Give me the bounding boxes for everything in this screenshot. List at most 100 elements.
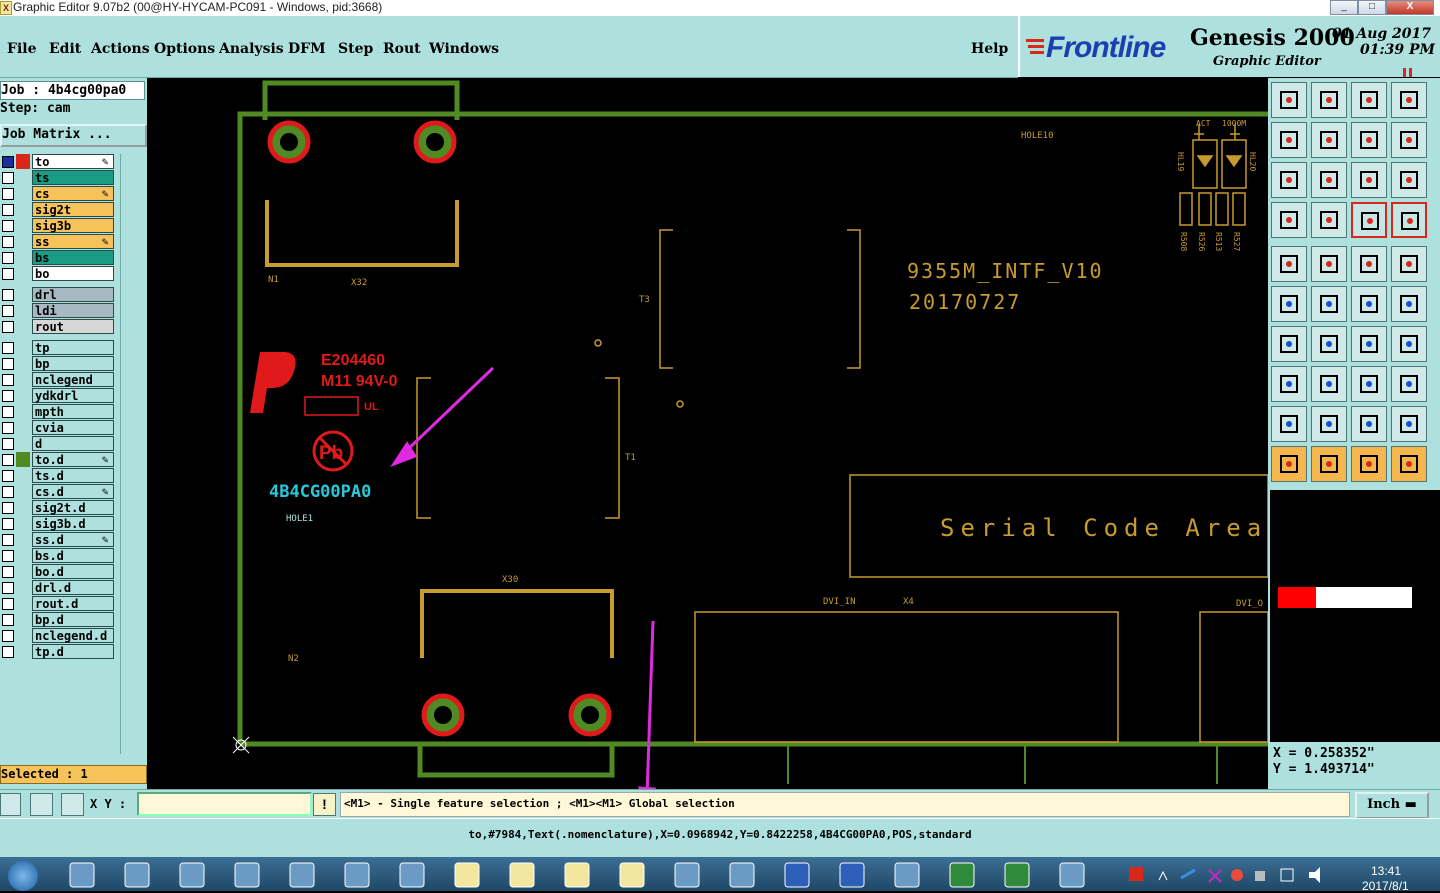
- fit-screen-icon[interactable]: [1271, 162, 1307, 198]
- select-pointer-box-icon[interactable]: [1311, 446, 1347, 482]
- triangle-up-icon[interactable]: [1351, 406, 1387, 442]
- graphic-editor-icon[interactable]: [500, 861, 544, 889]
- excel-icon[interactable]: [995, 861, 1039, 889]
- start-button-icon[interactable]: [8, 861, 38, 891]
- layer-checkbox[interactable]: [2, 252, 14, 264]
- menu-rout[interactable]: Rout: [383, 40, 421, 58]
- layer-checkbox[interactable]: [2, 204, 14, 216]
- printer-icon[interactable]: [280, 861, 324, 889]
- layer-checkbox[interactable]: [2, 236, 14, 248]
- zoom-home-icon[interactable]: [1271, 82, 1307, 118]
- layer-row-rout-d[interactable]: rout.d: [0, 596, 118, 611]
- layer-row-bs[interactable]: bs: [0, 250, 118, 265]
- layer-row-ldi[interactable]: ldi: [0, 303, 118, 318]
- graphic-editor-icon[interactable]: [610, 861, 654, 889]
- net-select-icon[interactable]: [1271, 286, 1307, 322]
- layer-row-ss[interactable]: ss ✎: [0, 234, 118, 249]
- layer-row-to[interactable]: to ✎: [0, 154, 118, 169]
- menu-edit[interactable]: Edit: [49, 40, 81, 58]
- layer-row-drl-d[interactable]: drl.d: [0, 580, 118, 595]
- alert-icon[interactable]: !: [313, 793, 336, 816]
- grid-snap-icon[interactable]: [61, 793, 84, 816]
- pan-left-icon[interactable]: [1271, 122, 1307, 158]
- board-canvas[interactable]: N1 X32 HOLE10 T3 T1 HOLE1 X30 N2 DVI_IN …: [147, 78, 1268, 789]
- word-icon[interactable]: [775, 861, 819, 889]
- layer-row-bo-d[interactable]: bo.d: [0, 564, 118, 579]
- notepad-icon[interactable]: [170, 861, 214, 889]
- layer-row-bs-d[interactable]: bs.d: [0, 548, 118, 563]
- layer-checkbox[interactable]: [2, 321, 14, 333]
- pan-right-icon[interactable]: [1311, 122, 1347, 158]
- mirror-icon[interactable]: [1391, 326, 1427, 362]
- excel-icon[interactable]: [940, 861, 984, 889]
- layer-checkbox[interactable]: [2, 220, 14, 232]
- layer-checkbox[interactable]: [2, 614, 14, 626]
- xy-input[interactable]: [137, 792, 312, 816]
- scale-icon[interactable]: [1351, 366, 1387, 402]
- close-button[interactable]: X: [1386, 0, 1434, 15]
- pdf-p-icon[interactable]: [665, 861, 709, 889]
- snap-tool-icon[interactable]: [1271, 202, 1307, 238]
- layer-checkbox[interactable]: [2, 342, 14, 354]
- layer-row-ss-d[interactable]: ss.d ✎: [0, 532, 118, 547]
- layer-checkbox[interactable]: [2, 630, 14, 642]
- layer-checkbox[interactable]: [2, 518, 14, 530]
- sunflower-icon[interactable]: [60, 861, 104, 889]
- layer-row-sig2t[interactable]: sig2t: [0, 202, 118, 217]
- menu-file[interactable]: File: [7, 40, 36, 58]
- layer-compare-icon[interactable]: [1351, 202, 1387, 238]
- triangle-select-icon[interactable]: [1311, 406, 1347, 442]
- layer-row-sig3b-d[interactable]: sig3b.d: [0, 516, 118, 531]
- add-pad-icon[interactable]: [1271, 246, 1307, 282]
- select-path-icon[interactable]: [1391, 446, 1427, 482]
- layer-row-bp-d[interactable]: bp.d: [0, 612, 118, 627]
- layer-row-sig3b[interactable]: sig3b: [0, 218, 118, 233]
- measure-ruler-icon[interactable]: [1351, 246, 1387, 282]
- layer-row-ts[interactable]: ts: [0, 170, 118, 185]
- calculator-icon[interactable]: [115, 861, 159, 889]
- layer-row-drl[interactable]: drl: [0, 287, 118, 302]
- genesis-g-icon[interactable]: [335, 861, 379, 889]
- add-text-icon[interactable]: [1311, 366, 1347, 402]
- layer-checkbox[interactable]: [2, 390, 14, 402]
- polygon-edit-icon[interactable]: [1271, 406, 1307, 442]
- grid-icon[interactable]: [1311, 202, 1347, 238]
- graphic-editor-icon[interactable]: [555, 861, 599, 889]
- layer-checkbox[interactable]: [2, 406, 14, 418]
- word-icon[interactable]: [830, 861, 874, 889]
- layer-checkbox[interactable]: [2, 598, 14, 610]
- snap-icon[interactable]: [0, 793, 21, 816]
- menu-help[interactable]: Help: [971, 40, 1008, 58]
- layer-row-rout[interactable]: rout: [0, 319, 118, 334]
- move-feature-icon[interactable]: [1351, 286, 1387, 322]
- layer-checkbox[interactable]: [2, 422, 14, 434]
- layer-checkbox[interactable]: [2, 188, 14, 200]
- save-disk-icon[interactable]: [225, 861, 269, 889]
- menu-analysis[interactable]: Analysis: [219, 40, 284, 58]
- layer-checkbox[interactable]: [2, 646, 14, 658]
- layer-row-cs-d[interactable]: cs.d ✎: [0, 484, 118, 499]
- layer-row-tp-d[interactable]: tp.d: [0, 644, 118, 659]
- layer-row-to-d[interactable]: to.d ✎: [0, 452, 118, 467]
- layer-row-nclegend-d[interactable]: nclegend.d: [0, 628, 118, 643]
- frontline-f-icon[interactable]: [720, 861, 764, 889]
- pad-array-icon[interactable]: [1391, 366, 1427, 402]
- zoom-flip-icon[interactable]: [1391, 122, 1427, 158]
- layer-checkbox[interactable]: [2, 289, 14, 301]
- layer-row-nclegend[interactable]: nclegend: [0, 372, 118, 387]
- draw-line-icon[interactable]: [1311, 326, 1347, 362]
- layer-checkbox[interactable]: [2, 550, 14, 562]
- units-select[interactable]: Inch ▬: [1355, 792, 1429, 819]
- layer-row-cs[interactable]: cs ✎: [0, 186, 118, 201]
- copy-feature-icon[interactable]: [1391, 286, 1427, 322]
- minimize-button[interactable]: _: [1330, 0, 1358, 15]
- triangle-line-icon[interactable]: [1391, 406, 1427, 442]
- layer-toggle-icon[interactable]: [1391, 202, 1427, 238]
- menu-step[interactable]: Step: [338, 40, 373, 58]
- layer-row-tp[interactable]: tp: [0, 340, 118, 355]
- layer-checkbox[interactable]: [2, 172, 14, 184]
- layer-checkbox[interactable]: [2, 305, 14, 317]
- measure-icon[interactable]: [30, 793, 53, 816]
- layer-row-bo[interactable]: bo: [0, 266, 118, 281]
- graphic-editor-icon[interactable]: [445, 861, 489, 889]
